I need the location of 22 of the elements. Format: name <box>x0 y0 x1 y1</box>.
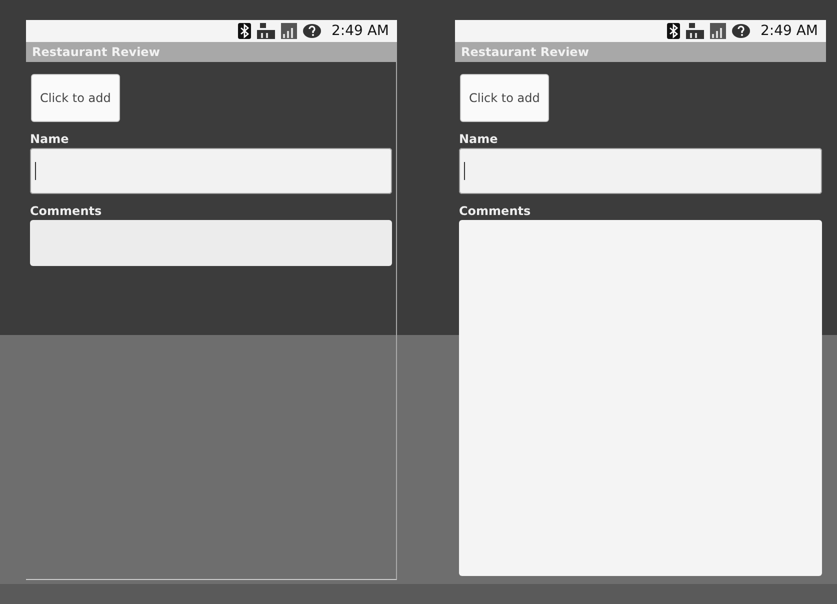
status-time: 2:49 AM <box>760 23 818 39</box>
field-label: Name <box>459 132 499 146</box>
text-field[interactable] <box>30 148 392 194</box>
text-field[interactable] <box>459 148 822 194</box>
network-icon <box>686 23 704 39</box>
add-button[interactable]: Click to add <box>460 74 549 122</box>
signal-icon <box>710 23 726 39</box>
text-field[interactable] <box>459 220 822 576</box>
status-time: 2:49 AM <box>331 23 389 39</box>
signal-icon <box>281 23 298 39</box>
field-label: Comments <box>30 204 103 218</box>
app-title-bar: Restaurant Review <box>26 42 397 62</box>
add-button[interactable]: Click to add <box>31 74 120 122</box>
field-label: Name <box>30 132 70 146</box>
network-icon <box>257 23 276 39</box>
bluetooth-icon <box>667 23 680 39</box>
battery-unknown-icon <box>732 23 750 39</box>
text-field[interactable] <box>30 220 392 266</box>
app-title-bar: Restaurant Review <box>455 42 826 62</box>
bluetooth-icon <box>238 23 252 39</box>
battery-unknown-icon <box>303 23 322 39</box>
field-label: Comments <box>459 204 532 218</box>
